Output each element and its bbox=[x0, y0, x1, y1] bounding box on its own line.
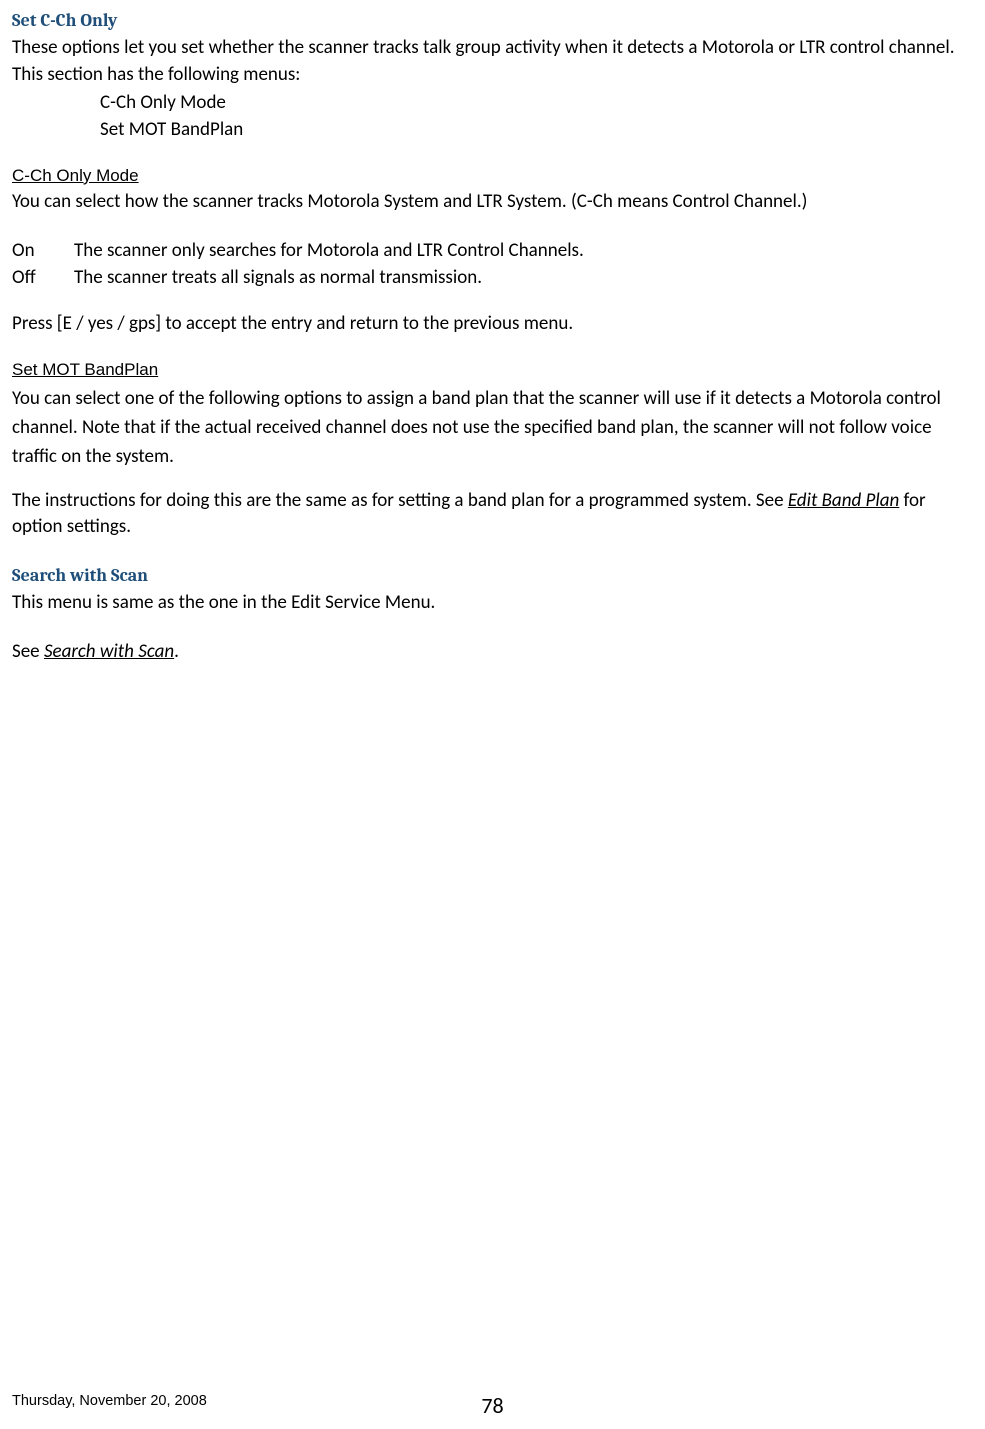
option-label: Off bbox=[12, 265, 74, 292]
intro-text: These options let you set whether the sc… bbox=[12, 35, 973, 88]
cch-desc: You can select how the scanner tracks Mo… bbox=[12, 189, 973, 216]
footer-page-number: 78 bbox=[481, 1391, 503, 1422]
edit-band-plan-link[interactable]: Edit Band Plan bbox=[788, 489, 899, 512]
see-post: . bbox=[174, 640, 179, 663]
see-pre: See bbox=[12, 640, 44, 663]
option-label: On bbox=[12, 238, 74, 265]
menu-item: C-Ch Only Mode bbox=[100, 90, 973, 117]
page-footer: Thursday, November 20, 2008 78 bbox=[12, 1391, 973, 1411]
footer-date: Thursday, November 20, 2008 bbox=[12, 1391, 207, 1411]
instr-pre: The instructions for doing this are the … bbox=[12, 489, 788, 512]
see-reference: See Search with Scan. bbox=[12, 639, 973, 666]
bandplan-desc: You can select one of the following opti… bbox=[12, 384, 973, 472]
option-row-on: On The scanner only searches for Motorol… bbox=[12, 238, 973, 265]
heading-search-with-scan: Search with Scan bbox=[12, 563, 973, 588]
option-text: The scanner only searches for Motorola a… bbox=[74, 238, 584, 265]
menu-list: C-Ch Only Mode Set MOT BandPlan bbox=[100, 90, 973, 143]
heading-set-cch-only: Set C-Ch Only bbox=[12, 8, 973, 33]
option-row-off: Off The scanner treats all signals as no… bbox=[12, 265, 973, 292]
menu-item: Set MOT BandPlan bbox=[100, 117, 973, 144]
search-scan-desc: This menu is same as the one in the Edit… bbox=[12, 590, 973, 617]
subheading-cch-only-mode: C-Ch Only Mode bbox=[12, 164, 973, 188]
subheading-set-mot-bandplan: Set MOT BandPlan bbox=[12, 358, 973, 382]
option-text: The scanner treats all signals as normal… bbox=[74, 265, 482, 292]
search-with-scan-link[interactable]: Search with Scan bbox=[44, 640, 174, 663]
bandplan-instruction: The instructions for doing this are the … bbox=[12, 488, 973, 541]
accept-instruction: Press [E / yes / gps] to accept the entr… bbox=[12, 311, 973, 338]
